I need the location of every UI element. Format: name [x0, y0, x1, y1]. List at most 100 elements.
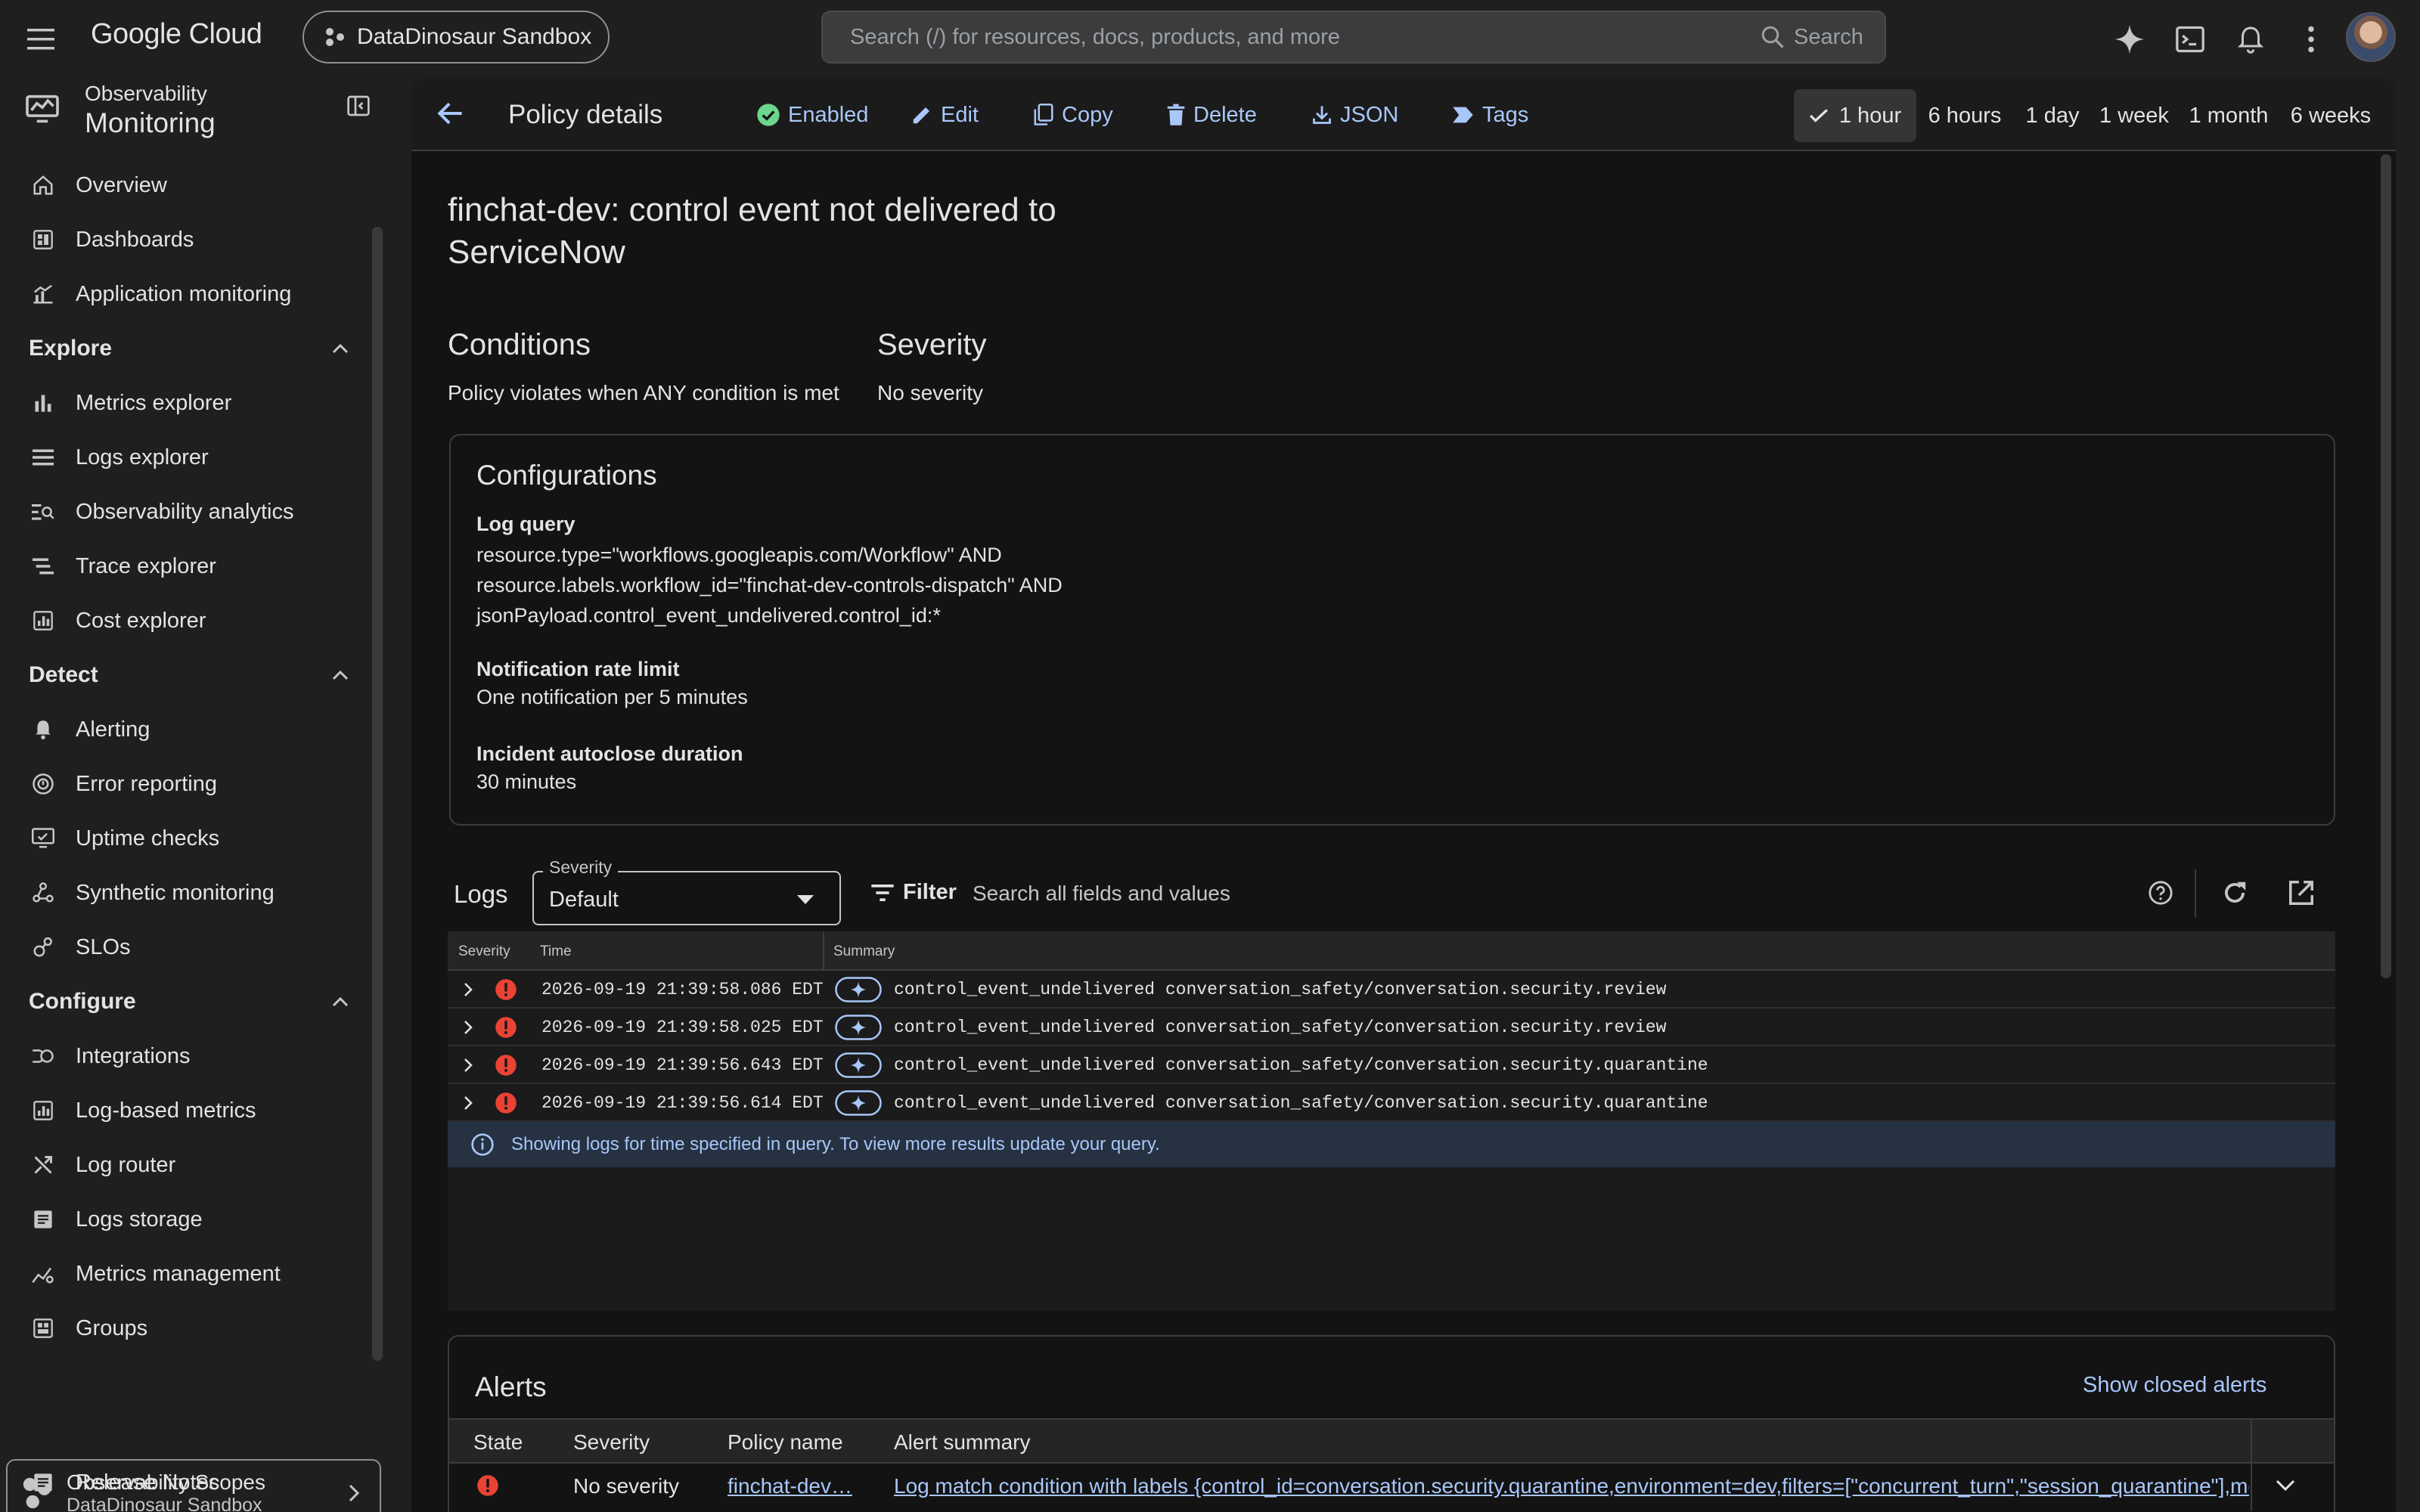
delete-button[interactable]: Delete	[1166, 98, 1257, 132]
expand-chevron-icon[interactable]	[463, 1019, 473, 1036]
google-cloud-logo[interactable]: Google Cloud	[91, 18, 262, 51]
log-row[interactable]: 2026-09-19 21:39:58.025 EDT control_even…	[448, 1009, 2335, 1046]
sidebar-item-metrics-management[interactable]: Metrics management	[0, 1247, 378, 1300]
storage-icon	[30, 1207, 56, 1232]
back-arrow-icon[interactable]	[434, 97, 467, 130]
configurations-heading: Configurations	[476, 460, 657, 491]
refresh-icon[interactable]	[2220, 878, 2249, 907]
alert-summary-link[interactable]: Log match condition with labels {control…	[894, 1474, 2249, 1498]
time-range-1-month[interactable]: 1 month	[2183, 89, 2275, 142]
chevron-down-icon[interactable]	[2275, 1479, 2296, 1492]
sidebar-item-label: Dashboards	[76, 227, 194, 252]
log-time: 2026-09-19 21:39:58.086 EDT	[541, 980, 824, 999]
show-closed-alerts-button[interactable]: Show closed alerts	[2083, 1373, 2266, 1398]
more-options-icon[interactable]	[2288, 17, 2334, 62]
time-range-1-week[interactable]: 1 week	[2092, 89, 2176, 142]
account-avatar[interactable]	[2346, 12, 2396, 62]
filter-button[interactable]: Filter	[871, 880, 957, 905]
time-range-1-hour[interactable]: 1 hour	[1794, 89, 1916, 142]
sidebar-item-cost-explorer[interactable]: Cost explorer	[0, 594, 378, 647]
edit-button[interactable]: Edit	[911, 98, 979, 132]
column-header-summary: Summary	[833, 943, 895, 959]
sidebar-section-explore[interactable]: Explore	[0, 322, 371, 375]
section-title: Detect	[29, 662, 98, 687]
sidebar-item-release-notes[interactable]: Release Notes	[0, 1456, 378, 1509]
log-row[interactable]: 2026-09-19 21:39:56.614 EDT control_even…	[448, 1084, 2335, 1122]
alert-row[interactable]: No severity finchat-dev… Log match condi…	[449, 1464, 2334, 1509]
column-header-severity: Severity	[573, 1430, 650, 1454]
release-notes-icon	[30, 1470, 56, 1495]
info-icon	[471, 1133, 494, 1156]
search-input[interactable]: Search (/) for resources, docs, products…	[821, 11, 1886, 64]
sidebar-item-groups[interactable]: Groups	[0, 1302, 378, 1355]
gemini-explain-icon[interactable]	[835, 977, 882, 1002]
sidebar-item-observability-analytics[interactable]: Observability analytics	[0, 485, 378, 538]
monitoring-product-icon	[26, 94, 59, 124]
logs-table-header: Severity Time Summary	[448, 931, 2335, 971]
sidebar-section-detect[interactable]: Detect	[0, 649, 371, 702]
sidebar-item-logs-explorer[interactable]: Logs explorer	[0, 431, 378, 484]
sidebar-item-alerting[interactable]: Alerting	[0, 703, 378, 756]
tags-button[interactable]: Tags	[1452, 98, 1528, 132]
sidebar-item-error-reporting[interactable]: Error reporting	[0, 758, 378, 810]
sidebar-item-trace-explorer[interactable]: Trace explorer	[0, 540, 378, 593]
sidebar-item-log-router[interactable]: Log router	[0, 1139, 378, 1191]
search-button[interactable]: Search	[1759, 11, 1863, 64]
autoclose-label: Incident autoclose duration	[476, 742, 743, 765]
autoclose-value: 30 minutes	[476, 770, 577, 793]
time-range-6-weeks[interactable]: 6 weeks	[2282, 89, 2379, 142]
home-icon	[30, 172, 56, 198]
alerts-heading: Alerts	[475, 1371, 547, 1402]
sidebar-item-dashboards[interactable]: Dashboards	[0, 213, 378, 266]
main-menu-icon[interactable]	[18, 17, 64, 62]
sidebar-item-uptime-checks[interactable]: Uptime checks	[0, 812, 378, 865]
trash-icon	[1167, 104, 1185, 125]
help-icon[interactable]	[2148, 880, 2173, 906]
open-in-new-icon[interactable]	[2287, 878, 2316, 907]
gemini-explain-icon[interactable]	[835, 1015, 882, 1040]
expand-chevron-icon[interactable]	[463, 981, 473, 998]
configurations-card: Configurations Log query resource.type="…	[449, 434, 2335, 826]
sidebar-section-configure[interactable]: Configure	[0, 975, 371, 1028]
section-title: Configure	[29, 989, 136, 1014]
logs-search-input[interactable]: Search all fields and values	[973, 881, 1230, 906]
main-scrollbar[interactable]	[2381, 154, 2391, 978]
sidebar-item-label: SLOs	[76, 934, 131, 959]
sidebar-item-metrics-explorer[interactable]: Metrics explorer	[0, 376, 378, 429]
log-summary: control_event_undelivered conversation_s…	[894, 1093, 1708, 1113]
time-range-6-hours[interactable]: 6 hours	[1921, 89, 2009, 142]
sidebar-item-label: Synthetic monitoring	[76, 880, 275, 905]
notifications-bell-icon[interactable]	[2228, 17, 2273, 62]
sidebar-item-slos[interactable]: SLOs	[0, 921, 378, 974]
json-download-button[interactable]: JSON	[1311, 98, 1398, 132]
sidebar-item-application-monitoring[interactable]: Application monitoring	[0, 268, 378, 321]
collapse-sidebar-icon[interactable]	[346, 94, 371, 118]
column-header-state: State	[473, 1430, 523, 1454]
log-row[interactable]: 2026-09-19 21:39:56.643 EDT control_even…	[448, 1046, 2335, 1084]
gemini-explain-icon[interactable]	[835, 1090, 882, 1116]
sidebar-item-synthetic-monitoring[interactable]: Synthetic monitoring	[0, 866, 378, 919]
gemini-sparkle-icon[interactable]	[2107, 17, 2152, 62]
log-summary: control_event_undelivered conversation_s…	[894, 1055, 1708, 1075]
expand-chevron-icon[interactable]	[463, 1057, 473, 1074]
copy-button[interactable]: Copy	[1033, 98, 1113, 132]
project-name: DataDinosaur Sandbox	[357, 24, 592, 49]
pencil-icon	[913, 107, 929, 124]
sidebar-item-logs-storage[interactable]: Logs storage	[0, 1193, 378, 1246]
time-range-1-day[interactable]: 1 day	[2016, 89, 2089, 142]
cloud-shell-icon[interactable]	[2167, 17, 2213, 62]
sidebar-item-overview[interactable]: Overview	[0, 159, 378, 212]
gemini-explain-icon[interactable]	[835, 1052, 882, 1078]
alert-policy-link[interactable]: finchat-dev…	[728, 1474, 852, 1498]
copy-icon	[1034, 104, 1053, 125]
project-picker[interactable]: DataDinosaur Sandbox	[302, 11, 610, 64]
expand-chevron-icon[interactable]	[463, 1095, 473, 1111]
sidebar-item-log-based-metrics[interactable]: Log-based metrics	[0, 1084, 378, 1137]
enabled-toggle[interactable]: Enabled	[756, 98, 868, 132]
sidebar: Observability Monitoring Overview Dashbo…	[0, 79, 387, 1512]
log-time: 2026-09-19 21:39:56.643 EDT	[541, 1055, 824, 1075]
log-row[interactable]: 2026-09-19 21:39:58.086 EDT control_even…	[448, 971, 2335, 1009]
enabled-label: Enabled	[788, 102, 869, 127]
integrations-icon	[30, 1043, 56, 1069]
sidebar-item-integrations[interactable]: Integrations	[0, 1030, 378, 1083]
